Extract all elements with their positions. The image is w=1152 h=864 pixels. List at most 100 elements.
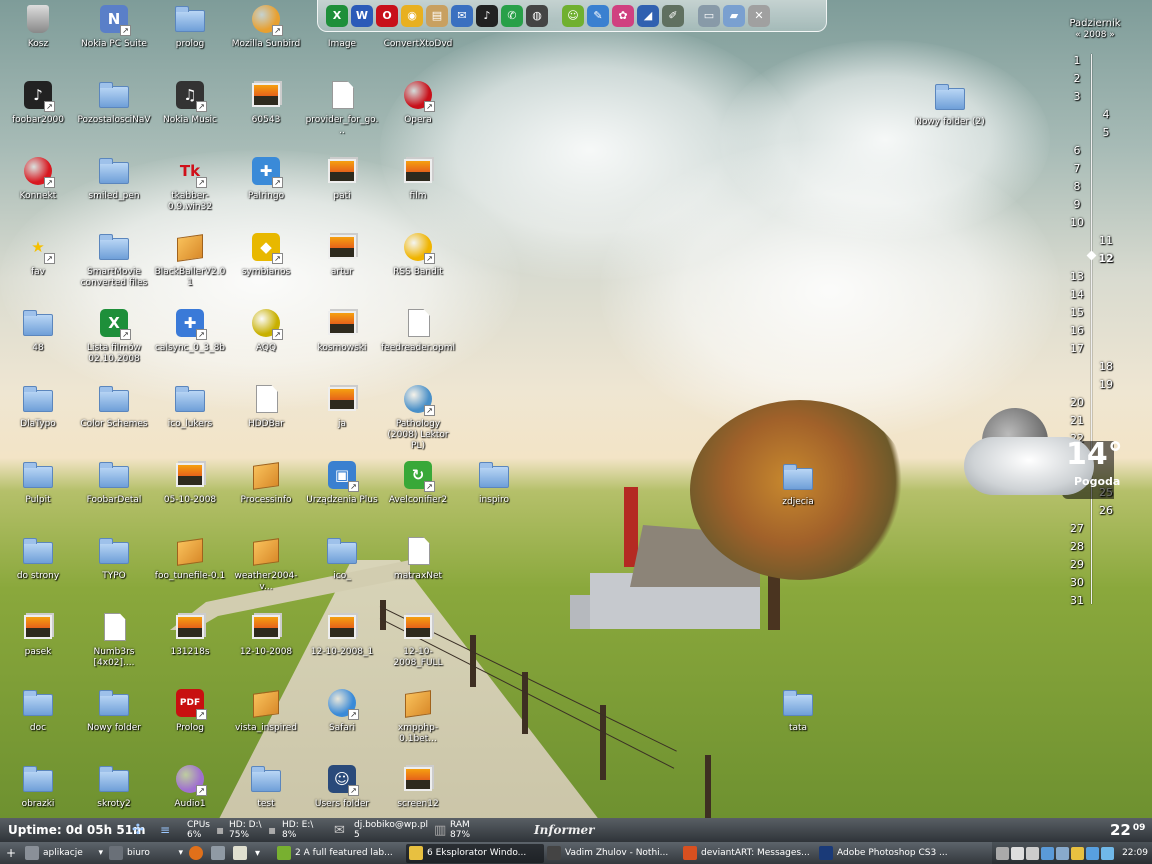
desktop-icon-ico-lukers[interactable]: ico_lukers — [152, 382, 228, 430]
desktop-icon-dlatypo[interactable]: DlaTypo — [0, 382, 76, 430]
desktop-icon-safari[interactable]: ↗ Safari — [304, 686, 380, 734]
messenger-icon[interactable]: ☺ — [562, 4, 584, 27]
desktop-icon-inspiro[interactable]: inspiro — [456, 458, 532, 506]
tray-icon[interactable] — [1041, 846, 1055, 860]
desktop-icon-12-10-2008-full[interactable]: 12-10-2008_FULL — [380, 610, 456, 669]
desktop-icon-foobardetal[interactable]: FoobarDetal — [76, 458, 152, 506]
calendar-day[interactable]: 31 — [1067, 594, 1087, 607]
quicklaunch-notepad[interactable] — [230, 844, 252, 863]
calendar-day[interactable]: 14 — [1067, 288, 1087, 301]
desktop-icon-tkabber-0-9-win32[interactable]: Tk ↗ tkabber-0.9.win32 — [152, 154, 228, 213]
taskbar-clock[interactable]: 22:09 — [1122, 848, 1148, 858]
desktop-icon-nowy-folder[interactable]: Nowy folder — [76, 686, 152, 734]
desktop-icon-vista-inspired[interactable]: vista_inspired — [228, 686, 304, 734]
excel-icon[interactable]: X — [326, 4, 348, 27]
desktop-icon-avelconifier2[interactable]: ↻ ↗ Avelconifier2 — [380, 458, 456, 506]
desktop-icon-hddbar[interactable]: HDDBar — [228, 382, 304, 430]
calendar-day[interactable]: 19 — [1096, 378, 1116, 391]
ram-meter[interactable]: RAM 87% — [450, 818, 470, 842]
desktop-icon-processinfo[interactable]: Processinfo — [228, 458, 304, 506]
calendar-day[interactable]: 7 — [1067, 162, 1087, 175]
calendar-day[interactable]: 3 — [1067, 90, 1087, 103]
desktop-icon-feedreader-opml[interactable]: feedreader.opml — [380, 306, 456, 354]
mail-meter[interactable]: dj.bobiko@wp.pl 5 — [354, 818, 428, 842]
desktop-icon-pozostaloscinav[interactable]: PozostalosciNaV — [76, 78, 152, 126]
calendar-day[interactable]: 6 — [1067, 144, 1087, 157]
desktop-icon-provider-for-go[interactable]: provider_for_go... — [304, 78, 380, 137]
calendar-day[interactable]: 10 — [1067, 216, 1087, 229]
tray-icon[interactable] — [1101, 846, 1115, 860]
desktop-icon-obrazki[interactable]: obrazki — [0, 762, 76, 810]
calendar-day[interactable]: 30 — [1067, 576, 1087, 589]
tray-icon[interactable] — [1056, 846, 1070, 860]
taskbar-button[interactable]: Adobe Photoshop CS3 ... — [816, 844, 966, 863]
desktop-icon-pathology-2008-lektor-pl[interactable]: ↗ Pathology (2008) Lektor PL) — [380, 382, 456, 452]
calendar-day[interactable]: 16 — [1067, 324, 1087, 337]
word-icon[interactable]: W — [351, 4, 373, 27]
folders-icon[interactable]: ▰ — [723, 4, 745, 27]
cpu-meter[interactable]: CPUs 6% — [187, 818, 210, 842]
desktop-icon-pati[interactable]: pati — [304, 154, 380, 202]
taskbar-button[interactable]: deviantART: Messages... — [680, 844, 816, 863]
calendar-day[interactable]: 15 — [1067, 306, 1087, 319]
thunderbird-icon[interactable]: ✉ — [451, 4, 473, 27]
toolbar-aplikacje[interactable]: aplikacje ▾ — [22, 844, 106, 863]
desktop[interactable]: Kosz N ↗ Nokia PC Suite prolog ↗ Mozilla Sunbi… — [0, 0, 1152, 818]
sms-icon[interactable]: ✆ — [501, 4, 523, 27]
desktop-icon-lista-film-w-02-10-2008[interactable]: X ↗ Lista filmów 02.10.2008 — [76, 306, 152, 365]
desktop-icon-blackballerv2-01[interactable]: BlackBallerV2.01 — [152, 230, 228, 289]
desktop-icon-color-schemes[interactable]: Color Schemes — [76, 382, 152, 430]
desktop-icon-palringo[interactable]: ✚ ↗ Palringo — [228, 154, 304, 202]
desktop-icon-nowy-folder-2[interactable]: Nowy folder (2) — [912, 80, 988, 128]
desktop-icon-skroty2[interactable]: skroty2 — [76, 762, 152, 810]
desktop-icon-prolog[interactable]: prolog — [152, 2, 228, 50]
taskbar-button[interactable]: 2 A full featured lab... — [274, 844, 406, 863]
calendar-day[interactable]: 1 — [1067, 54, 1087, 67]
notes-icon[interactable]: ▤ — [426, 4, 448, 27]
globe-icon[interactable]: ◍ — [526, 4, 548, 27]
calendar-day[interactable]: 13 — [1067, 270, 1087, 283]
brush-icon[interactable]: ✐ — [662, 4, 684, 27]
taskbar-button[interactable]: 6 Eksplorator Windo... — [406, 843, 544, 863]
calendar-year[interactable]: « 2008 » — [1060, 30, 1130, 40]
calendar-day[interactable]: 28 — [1067, 540, 1087, 553]
calendar-current-day[interactable]: 12 — [1096, 252, 1116, 265]
calendar-day[interactable]: 26 — [1096, 504, 1116, 517]
desktop-icon-pasek[interactable]: pasek — [0, 610, 76, 658]
desktop-icon-users-folder[interactable]: ☺ ↗ Users folder — [304, 762, 380, 810]
weather-widget[interactable]: 14° Pogoda — [962, 405, 1152, 505]
desktop-icon-kosz[interactable]: Kosz — [0, 2, 76, 50]
hdd-d-meter[interactable]: HD: D:\ 75% — [229, 818, 262, 842]
picasa-icon[interactable]: ✿ — [612, 4, 634, 27]
desktop-icon-konnekt[interactable]: ↗ Konnekt — [0, 154, 76, 202]
desktop-icon-urz-dzenia-plus[interactable]: ▣ ↗ Urządzenia Plus — [304, 458, 380, 506]
desktop-icon-numb3rs-4x02[interactable]: Numb3rs [4x02].... — [76, 610, 152, 669]
desktop-icon-pulpit[interactable]: Pulpit — [0, 458, 76, 506]
desktop-icon-fav[interactable]: ★ ↗ fav — [0, 230, 76, 278]
calendar-day[interactable]: 17 — [1067, 342, 1087, 355]
calendar-day[interactable]: 18 — [1096, 360, 1116, 373]
opera-icon[interactable]: O — [376, 4, 398, 27]
desktop-icon-matraxnet[interactable]: matraxNet — [380, 534, 456, 582]
tray-icon[interactable] — [1026, 846, 1040, 860]
desktop-icon-ico[interactable]: ico_ — [304, 534, 380, 582]
calendar-day[interactable]: 11 — [1096, 234, 1116, 247]
tray-icon[interactable] — [996, 846, 1010, 860]
desktop-icon-05-10-2008[interactable]: 05-10-2008 — [152, 458, 228, 506]
desktop-icon-audio1[interactable]: ↗ Audio1 — [152, 762, 228, 810]
desktop-icon-film[interactable]: film — [380, 154, 456, 202]
desktop-icon-nokia-pc-suite[interactable]: N ↗ Nokia PC Suite — [76, 2, 152, 50]
desktop-icon-do-strony[interactable]: do strony — [0, 534, 76, 582]
calendar-day[interactable]: 9 — [1067, 198, 1087, 211]
tray-icon[interactable] — [1086, 846, 1100, 860]
desktop-icon-calsync-0-3-8b[interactable]: ✚ ↗ calsync_0_3_8b — [152, 306, 228, 354]
tray-icon[interactable] — [1071, 846, 1085, 860]
desktop-icon-screen12[interactable]: screen12 — [380, 762, 456, 810]
desktop-icon-smartmovie-converted-files[interactable]: SmartMovie converted files — [76, 230, 152, 289]
hdd-e-meter[interactable]: HD: E:\ 8% — [282, 818, 313, 842]
desktop-icon-typo[interactable]: TYPO — [76, 534, 152, 582]
tray-icon[interactable] — [1011, 846, 1025, 860]
calendar-day[interactable]: 27 — [1067, 522, 1087, 535]
quicklaunch-cube[interactable] — [208, 844, 230, 863]
desktop-icon-nokia-music[interactable]: ♫ ↗ Nokia Music — [152, 78, 228, 126]
